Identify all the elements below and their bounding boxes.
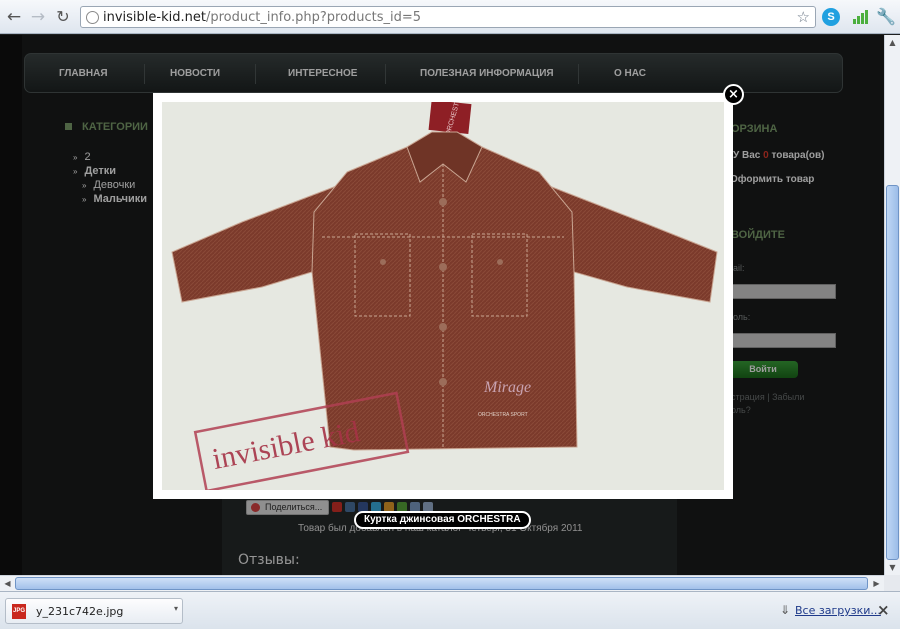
reload-button[interactable]: ↻: [53, 7, 73, 27]
vertical-scroll-thumb[interactable]: [886, 185, 899, 560]
jpg-file-icon: JPG: [12, 604, 26, 619]
scroll-down-icon[interactable]: ▼: [885, 560, 900, 575]
scroll-left-icon[interactable]: ◀: [0, 576, 15, 591]
horizontal-scroll-thumb[interactable]: [15, 577, 868, 590]
product-photo: ORCHESTRA Mirage ORCHESTRA SPORT invisib…: [162, 102, 724, 490]
address-bar[interactable]: invisible-kid.net/product_info.php?produ…: [80, 6, 816, 28]
lightbox-caption: Куртка джинсовая ORCHESTRA: [354, 511, 531, 529]
lightbox: ORCHESTRA Mirage ORCHESTRA SPORT invisib…: [153, 93, 733, 499]
skype-extension-icon[interactable]: S: [822, 8, 840, 26]
jacket-image: ORCHESTRA Mirage ORCHESTRA SPORT invisib…: [171, 102, 718, 490]
vertical-scrollbar[interactable]: ▲ ▼: [884, 35, 900, 575]
pocket-text: ORCHESTRA SPORT: [478, 412, 528, 418]
download-item[interactable]: JPG y_231c742e.jpg ▾: [5, 598, 183, 624]
signal-extension-icon[interactable]: [851, 8, 869, 26]
bookmark-star-icon[interactable]: ☆: [797, 8, 810, 26]
browser-toolbar: ← → ↻ invisible-kid.net/product_info.php…: [0, 0, 900, 34]
scroll-up-icon[interactable]: ▲: [885, 35, 900, 50]
scroll-right-icon[interactable]: ▶: [869, 576, 884, 591]
url-host: invisible-kid.net: [103, 10, 206, 25]
show-all-downloads-link[interactable]: Все загрузки...: [795, 604, 881, 617]
lightbox-close-button[interactable]: ×: [723, 84, 744, 105]
page-icon: [86, 11, 99, 24]
back-button[interactable]: ←: [4, 7, 24, 27]
scrollbar-corner: [884, 575, 900, 591]
chevron-down-icon[interactable]: ▾: [174, 604, 178, 613]
url-text[interactable]: invisible-kid.net/product_info.php?produ…: [103, 10, 421, 25]
url-path: /product_info.php?products_id=5: [205, 10, 422, 25]
downloads-icon: ⇓: [780, 603, 791, 617]
horizontal-scrollbar[interactable]: ◀ ▶: [0, 575, 884, 591]
download-bar: JPG y_231c742e.jpg ▾ ⇓ Все загрузки... ×: [0, 591, 900, 629]
wrench-menu-icon[interactable]: 🔧: [876, 8, 896, 26]
download-file-name: y_231c742e.jpg: [36, 605, 124, 618]
embroidery-text: Mirage: [483, 379, 531, 396]
close-download-bar-icon[interactable]: ×: [877, 601, 890, 619]
forward-button[interactable]: →: [28, 7, 48, 27]
